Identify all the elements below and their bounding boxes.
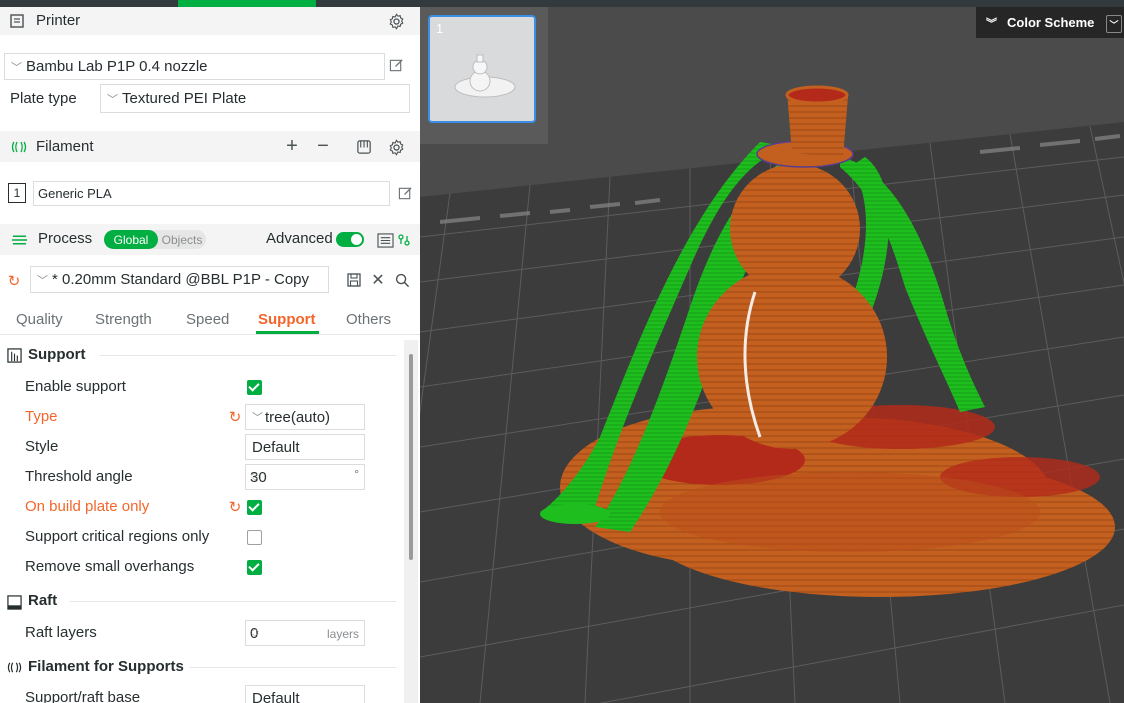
filament-name: Generic PLA bbox=[38, 186, 112, 201]
settings-scrollbar-thumb[interactable] bbox=[409, 354, 413, 560]
parameter-list-icon[interactable] bbox=[376, 231, 394, 249]
raft-layers-input[interactable]: ︿ ﹀ 0 layers bbox=[245, 620, 365, 646]
support-style-select[interactable]: Default bbox=[245, 434, 365, 460]
filament-supports-divider bbox=[190, 667, 396, 668]
tab-quality[interactable]: Quality bbox=[16, 311, 63, 328]
filament-supports-title: Filament for Supports bbox=[28, 658, 184, 675]
threshold-angle-input[interactable]: ︿ ﹀ 30 ° bbox=[245, 464, 365, 490]
process-section-header: Process Global Objects Advanced bbox=[0, 224, 420, 255]
support-raft-base-select[interactable]: Default bbox=[245, 685, 365, 703]
plate-type-select[interactable]: ﹀ Textured PEI Plate bbox=[100, 84, 410, 113]
settings-panel: Printer ﹀ Bambu Lab P1P 0.4 nozzle Plate… bbox=[0, 7, 420, 703]
objects-option[interactable]: Objects bbox=[158, 230, 206, 249]
printer-icon bbox=[8, 12, 26, 30]
settings-scrollbar-track[interactable] bbox=[404, 340, 418, 703]
process-icon bbox=[10, 231, 28, 249]
process-preset-name: * 0.20mm Standard @BBL P1P - Copy bbox=[52, 271, 310, 288]
printer-select[interactable]: ﹀ Bambu Lab P1P 0.4 nozzle bbox=[4, 53, 385, 80]
double-chevron-down-icon: ︾ bbox=[986, 17, 997, 30]
filament-section-header: Filament + − bbox=[0, 131, 420, 162]
filament-select[interactable]: Generic PLA bbox=[33, 181, 390, 206]
color-scheme-dropdown[interactable]: ︾ Color Scheme ﹀ bbox=[976, 7, 1124, 38]
advanced-label: Advanced bbox=[266, 230, 333, 247]
reset-preset-icon[interactable]: ↻ bbox=[5, 272, 23, 290]
sync-ams-icon[interactable] bbox=[355, 138, 373, 156]
global-option[interactable]: Global bbox=[104, 230, 158, 249]
support-section-icon bbox=[6, 347, 22, 363]
support-style-value: Default bbox=[252, 438, 300, 456]
search-icon[interactable] bbox=[393, 271, 411, 289]
chevron-down-icon: ﹀ bbox=[252, 412, 263, 424]
filament-icon bbox=[10, 138, 28, 156]
reset-build-plate-icon[interactable]: ↻ bbox=[226, 498, 244, 516]
threshold-spinner[interactable]: ︿ ﹀ bbox=[246, 465, 264, 489]
support-type-select[interactable]: ﹀ tree(auto) bbox=[245, 404, 365, 430]
threshold-angle-label: Threshold angle bbox=[25, 468, 133, 485]
chevron-down-icon[interactable]: ﹀ bbox=[1106, 15, 1122, 33]
filament-supports-icon bbox=[6, 659, 22, 675]
active-tab-indicator bbox=[178, 0, 316, 7]
small-overhangs-label: Remove small overhangs bbox=[25, 558, 195, 575]
support-raft-base-value: Default bbox=[252, 689, 300, 703]
chevron-down-icon: ﹀ bbox=[11, 61, 22, 74]
tab-others[interactable]: Others bbox=[346, 311, 391, 328]
printer-section-header: Printer bbox=[0, 7, 420, 35]
raft-layers-label: Raft layers bbox=[25, 624, 97, 641]
support-section-divider bbox=[100, 355, 396, 356]
raft-section-divider bbox=[70, 601, 396, 602]
plate-type-value: Textured PEI Plate bbox=[122, 90, 247, 107]
critical-regions-checkbox[interactable] bbox=[247, 530, 262, 545]
edit-filament-icon[interactable] bbox=[396, 184, 414, 202]
compare-presets-icon[interactable] bbox=[396, 231, 412, 249]
build-plate-only-checkbox[interactable] bbox=[247, 500, 262, 515]
process-title: Process bbox=[38, 230, 93, 247]
build-plate-only-label: On build plate only bbox=[25, 498, 150, 515]
threshold-unit: ° bbox=[354, 467, 359, 481]
save-preset-icon[interactable] bbox=[345, 271, 363, 289]
raft-section-title: Raft bbox=[28, 592, 58, 609]
filament-slot-number[interactable]: 1 bbox=[8, 183, 26, 203]
chevron-down-icon: ﹀ bbox=[107, 93, 118, 106]
raft-section-icon bbox=[6, 594, 22, 610]
tab-support[interactable]: Support bbox=[258, 311, 316, 328]
filament-settings-gear-icon[interactable] bbox=[387, 138, 405, 156]
enable-support-label: Enable support bbox=[25, 378, 126, 395]
support-section-title: Support bbox=[28, 346, 86, 363]
remove-filament-icon[interactable]: − bbox=[314, 135, 332, 157]
tab-strength[interactable]: Strength bbox=[95, 311, 152, 328]
advanced-toggle[interactable] bbox=[336, 232, 364, 247]
plate-thumbnail[interactable]: 1 bbox=[428, 15, 536, 123]
plate-type-label: Plate type bbox=[10, 90, 77, 107]
plate-thumbnail-strip: 1 bbox=[420, 7, 548, 144]
printer-title: Printer bbox=[36, 12, 81, 29]
chevron-down-icon: ﹀ bbox=[37, 274, 48, 287]
support-raft-base-label: Support/raft base bbox=[25, 689, 141, 703]
close-icon[interactable]: ✕ bbox=[369, 271, 387, 289]
support-type-value: tree(auto) bbox=[265, 408, 331, 426]
top-bar bbox=[0, 0, 1124, 7]
printer-settings-gear-icon[interactable] bbox=[387, 12, 405, 30]
support-type-label: Type bbox=[25, 408, 58, 425]
support-style-label: Style bbox=[25, 438, 59, 455]
enable-support-checkbox[interactable] bbox=[247, 380, 262, 395]
raft-layers-unit: layers bbox=[326, 627, 359, 641]
raft-layers-spinner[interactable]: ︿ ﹀ bbox=[246, 621, 264, 645]
color-scheme-label: Color Scheme bbox=[1007, 15, 1095, 30]
reset-type-icon[interactable]: ↻ bbox=[226, 408, 244, 426]
3d-viewport[interactable]: 1 ︾ Color Scheme ﹀ bbox=[420, 7, 1124, 703]
printer-name: Bambu Lab P1P 0.4 nozzle bbox=[26, 58, 208, 75]
edit-printer-icon[interactable] bbox=[387, 56, 405, 74]
filament-title: Filament bbox=[36, 138, 94, 155]
plate-preview-image bbox=[454, 54, 516, 98]
tab-speed[interactable]: Speed bbox=[186, 311, 229, 328]
add-filament-icon[interactable]: + bbox=[283, 135, 301, 157]
global-objects-toggle[interactable]: Global Objects bbox=[104, 230, 206, 249]
tabs-divider bbox=[0, 334, 420, 335]
advanced-toggle-knob bbox=[351, 234, 362, 245]
critical-regions-label: Support critical regions only bbox=[25, 528, 210, 545]
process-preset-select[interactable]: ﹀ * 0.20mm Standard @BBL P1P - Copy bbox=[30, 266, 329, 293]
small-overhangs-checkbox[interactable] bbox=[247, 560, 262, 575]
